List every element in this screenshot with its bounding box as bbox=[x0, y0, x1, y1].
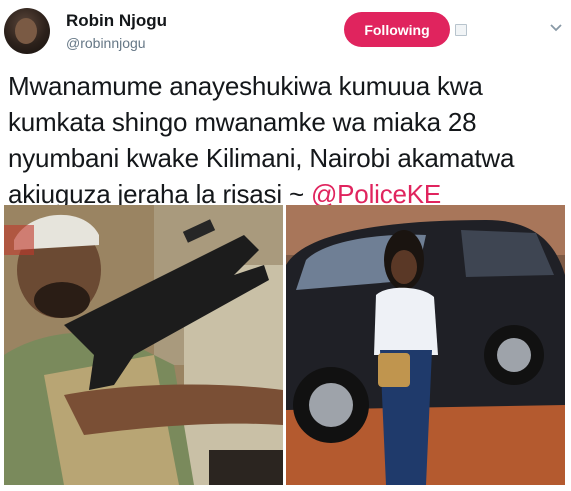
following-button[interactable]: Following bbox=[344, 12, 450, 47]
tweet-line: Mwanamume anayeshukiwa kumuua kwa bbox=[8, 71, 483, 101]
photo-right-illustration bbox=[286, 205, 565, 485]
user-handle[interactable]: @robinnjogu bbox=[66, 35, 146, 51]
tweet-line: nyumbani kwake Kilimani, Nairobi akamatw… bbox=[8, 143, 515, 173]
avatar[interactable] bbox=[4, 8, 50, 54]
tweet-line: kumkata shingo mwanamke wa miaka 28 bbox=[8, 107, 477, 137]
avatar-face bbox=[15, 18, 37, 44]
small-square-icon bbox=[455, 24, 467, 36]
tweet-text: Mwanamume anayeshukiwa kumuua kwa kumkat… bbox=[8, 68, 563, 212]
photo-man-with-rifle[interactable] bbox=[4, 205, 283, 485]
photo-left-illustration bbox=[4, 205, 283, 485]
display-name[interactable]: Robin Njogu bbox=[66, 11, 167, 31]
photo-woman-by-car[interactable] bbox=[286, 205, 565, 485]
chevron-down-icon[interactable] bbox=[546, 18, 566, 38]
tweet-card: Robin Njogu @robinnjogu Following Mwanam… bbox=[0, 0, 571, 491]
